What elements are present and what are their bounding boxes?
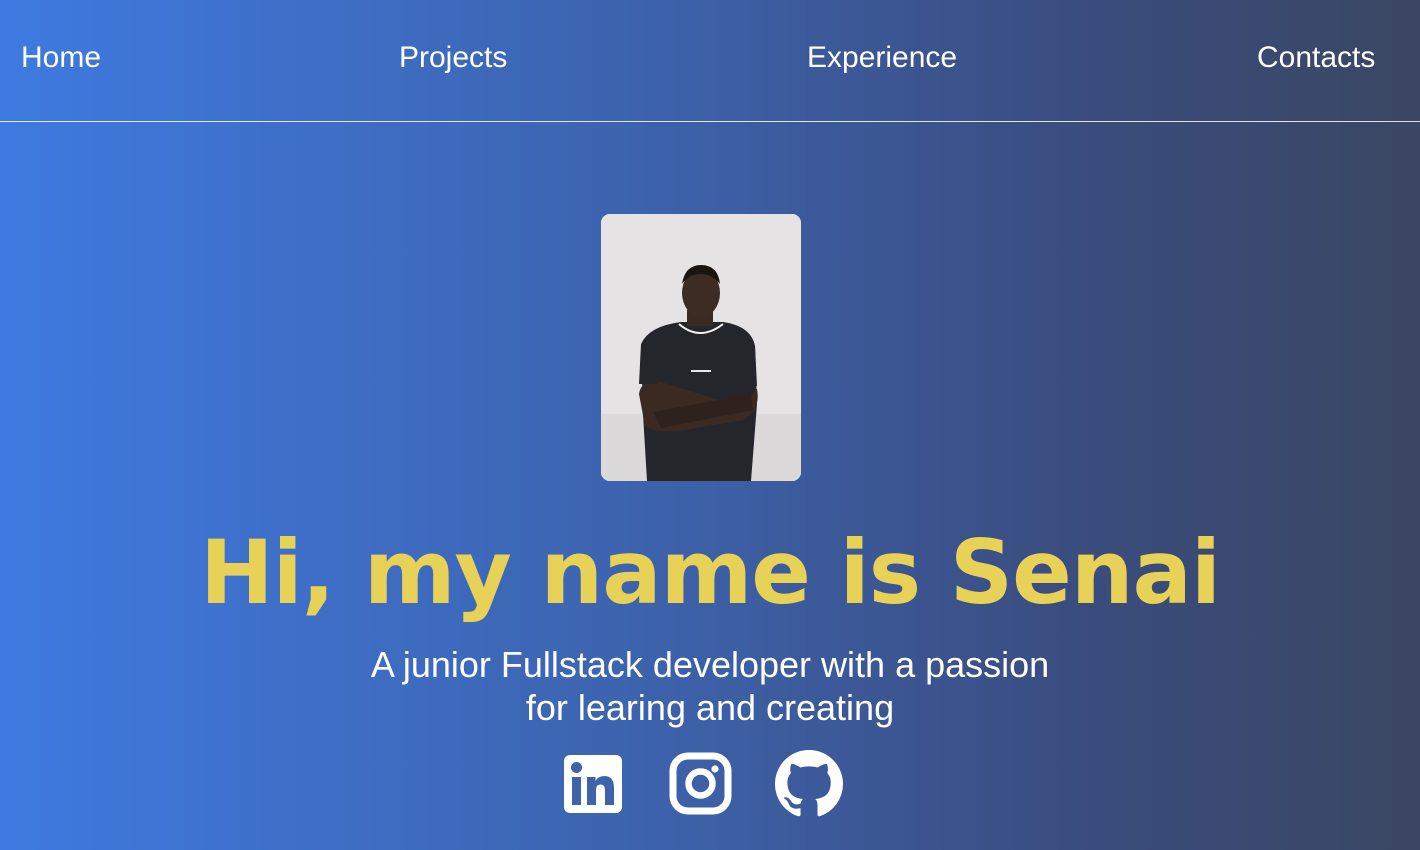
top-nav: Home Projects Experience Contacts — [0, 0, 1420, 122]
github-icon[interactable] — [774, 750, 844, 823]
instagram-icon[interactable] — [669, 752, 732, 820]
linkedin-icon[interactable] — [564, 755, 622, 818]
nav-link-projects[interactable]: Projects — [399, 40, 507, 76]
nav-link-home[interactable]: Home — [21, 40, 101, 76]
hero-headline: Hi, my name is Senai — [199, 521, 1221, 624]
hero-tagline: A junior Fullstack developer with a pass… — [0, 643, 1420, 729]
nav-link-experience[interactable]: Experience — [807, 40, 957, 76]
nav-link-contacts[interactable]: Contacts — [1257, 40, 1375, 76]
social-links — [0, 750, 1420, 820]
profile-photo — [601, 214, 801, 481]
hero-tagline-line-1: A junior Fullstack developer with a pass… — [370, 644, 1050, 685]
hero-tagline-line-2: for learing and creating — [525, 687, 895, 728]
